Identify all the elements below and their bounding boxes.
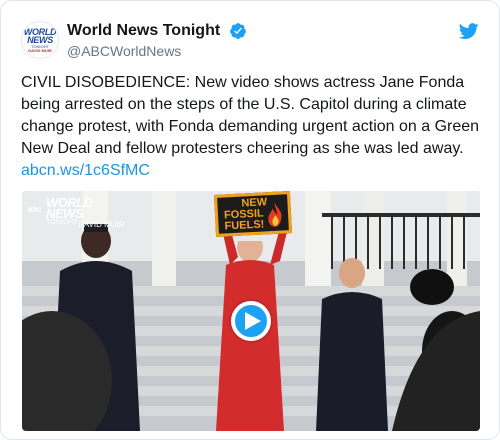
twitter-bird-icon[interactable]: [459, 23, 479, 40]
watermark-anchor: DAVID MUIR: [78, 220, 125, 229]
protest-sign: NEW FOSSIL FUELS!: [213, 191, 293, 237]
avatar-line-4: DAVID MUIR: [28, 47, 52, 53]
tweet-text: CIVIL DISOBEDIENCE: New video shows actr…: [21, 72, 483, 182]
video-player[interactable]: abc WORLD NEWS TONIGHT DAVID MUIR NEW FO…: [22, 191, 480, 431]
tweet-header: WORLD NEWS TONIGHT DAVID MUIR World News…: [21, 21, 479, 61]
display-name[interactable]: World News Tonight: [67, 22, 220, 40]
avatar-line-2: NEWS: [27, 34, 53, 45]
play-icon: [244, 312, 261, 330]
tweet-card: WORLD NEWS TONIGHT DAVID MUIR World News…: [0, 0, 500, 440]
watermark-line-3: TONIGHT: [46, 219, 78, 226]
tweet-link[interactable]: abcn.ws/1c6SfMC: [21, 162, 150, 179]
verified-badge-icon: [229, 23, 246, 39]
author-info: World News Tonight @ABCWorldNews: [67, 22, 247, 59]
play-button[interactable]: [231, 301, 271, 341]
tweet-body: CIVIL DISOBEDIENCE: New video shows actr…: [21, 74, 480, 157]
handle[interactable]: @ABCWorldNews: [67, 43, 247, 59]
sign-line-3: FUELS!: [224, 218, 265, 233]
flame-icon: [268, 202, 282, 227]
watermark-line-2: NEWS: [46, 206, 84, 221]
avatar[interactable]: WORLD NEWS TONIGHT DAVID MUIR: [21, 21, 59, 59]
network-logo: abc: [28, 205, 42, 214]
